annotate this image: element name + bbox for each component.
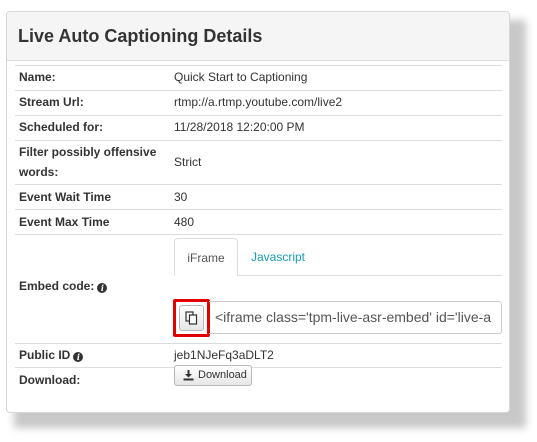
stream-url-value: rtmp://a.rtmp.youtube.com/live2	[174, 95, 343, 109]
copy-highlight	[173, 299, 210, 337]
download-icon	[183, 370, 194, 381]
scheduled-value: 11/28/2018 12:20:00 PM	[174, 120, 305, 134]
filter-label: Filter possibly offensive words:	[19, 142, 156, 182]
embed-code-input[interactable]: <iframe class='tpm-live-asr-embed' id='l…	[209, 301, 502, 334]
row-divider	[15, 209, 502, 210]
download-label: Download:	[19, 373, 81, 387]
name-value: Quick Start to Captioning	[174, 70, 308, 84]
wait-time-label: Event Wait Time	[19, 190, 112, 204]
row-divider	[15, 234, 502, 235]
tab-javascript[interactable]: Javascript	[238, 238, 318, 276]
filter-label-line1: Filter possibly offensive	[19, 145, 157, 159]
row-divider	[15, 184, 502, 185]
public-id-label: Public ID	[19, 348, 71, 362]
tab-underline	[238, 275, 502, 276]
embed-code-label: Embed code:	[19, 279, 95, 293]
copy-embed-button[interactable]	[179, 305, 204, 331]
embed-code-label-wrap: Embed code: i	[19, 276, 108, 296]
clipboard-copy-icon	[185, 311, 198, 325]
scheduled-label: Scheduled for:	[19, 120, 104, 134]
max-time-value: 480	[174, 215, 195, 229]
download-button[interactable]: Download	[174, 365, 252, 386]
row-divider	[15, 115, 502, 116]
info-circle-icon[interactable]: i	[73, 352, 84, 362]
details-panel: Live Auto Captioning Details Name: Quick…	[6, 11, 510, 413]
public-id-label-wrap: Public ID i	[19, 345, 84, 365]
row-divider	[15, 343, 502, 344]
wait-time-value: 30	[174, 190, 188, 204]
row-divider	[15, 65, 502, 66]
info-circle-icon[interactable]: i	[97, 283, 108, 293]
public-id-value: jeb1NJeFq3aDLT2	[174, 348, 274, 362]
filter-label-line2: words:	[19, 165, 59, 179]
panel-title: Live Auto Captioning Details	[7, 12, 509, 61]
row-divider	[15, 367, 502, 368]
download-button-label: Download	[198, 369, 247, 381]
row-divider	[15, 90, 502, 91]
tab-iframe[interactable]: iFrame	[174, 238, 238, 276]
filter-value: Strict	[174, 155, 202, 169]
stream-url-label: Stream Url:	[19, 95, 84, 109]
row-divider	[15, 140, 502, 141]
name-label: Name:	[19, 70, 56, 84]
max-time-label: Event Max Time	[19, 215, 110, 229]
